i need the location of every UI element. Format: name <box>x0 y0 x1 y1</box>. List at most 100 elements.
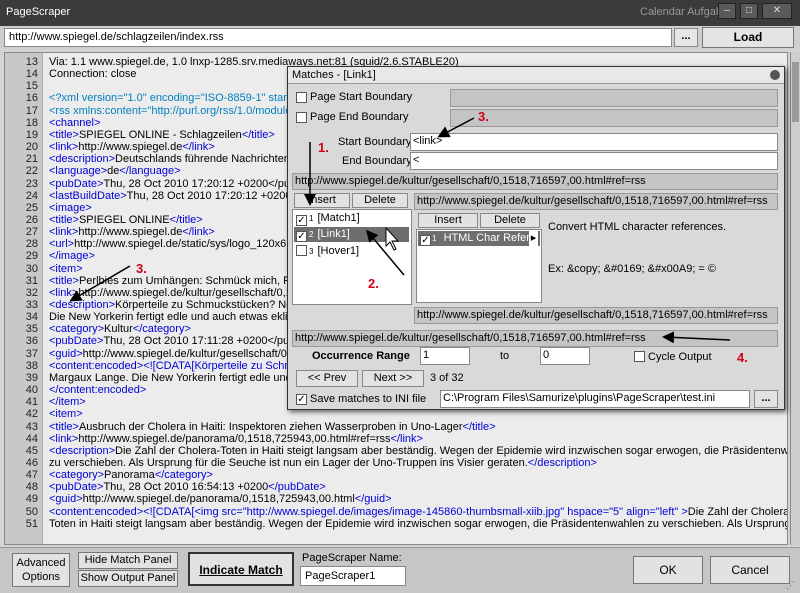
page-end-checkbox[interactable] <box>296 112 307 123</box>
line-number: 36 <box>25 335 38 348</box>
match-item-checkbox[interactable] <box>296 245 307 256</box>
line-number: 28 <box>25 238 38 251</box>
resize-grip-icon[interactable]: ⋰ <box>786 580 798 592</box>
line-number: 30 <box>25 262 38 275</box>
code-line: <link>http://www.spiegel.de</link> <box>49 226 215 239</box>
match-list-item[interactable]: ✓ 1 [Match1] <box>294 211 409 226</box>
filter-example: Ex: &copy; &#0169; &#x00A9; = © <box>548 263 717 275</box>
code-line: <channel> <box>49 116 101 129</box>
line-number: 43 <box>25 420 38 433</box>
load-button[interactable]: Load <box>702 27 794 48</box>
dialog-close-icon[interactable] <box>770 70 780 80</box>
code-line: <link>http://www.spiegel.de</link> <box>49 141 215 154</box>
code-line: <content:encoded><![CDATA[Körperteile zu… <box>49 359 311 372</box>
match-item-checkbox[interactable]: ✓ <box>296 215 307 226</box>
cycle-output-checkbox[interactable] <box>634 351 645 362</box>
match-list-item[interactable]: ✓ 2 [Link1] <box>294 227 409 242</box>
end-boundary-label: End Boundary <box>342 155 412 167</box>
code-line: <category>Kultur</category> <box>49 323 191 336</box>
cancel-button[interactable]: Cancel <box>710 556 790 584</box>
code-line: <title>Perlbies zum Umhängen: Schmück mi… <box>49 274 309 287</box>
code-line: <pubDate>Thu, 28 Oct 2010 17:11:28 +0200… <box>49 335 304 348</box>
code-line: <rss xmlns:content="http://purl.org/rss/… <box>49 104 297 117</box>
line-number: 40 <box>25 384 38 397</box>
match-insert-button[interactable]: Insert <box>294 193 350 208</box>
match-item-checkbox[interactable]: ✓ <box>296 231 307 242</box>
prev-button[interactable]: << Prev <box>296 370 358 387</box>
filter-item[interactable]: ✓ 1 HTML Char Refere ▸ <box>418 231 540 246</box>
code-line: <title>SPIEGEL ONLINE</title> <box>49 213 203 226</box>
code-line: <?xml version="1.0" encoding="ISO-8859-1… <box>49 92 302 105</box>
start-boundary-input[interactable]: <link> <box>410 133 778 151</box>
annotation-3-code: 3. <box>136 261 147 276</box>
dialog-title-bar: Matches - [Link1] <box>288 67 784 84</box>
line-number: 33 <box>25 299 38 311</box>
match-list-item[interactable]: 3 [Hover1] <box>294 243 409 258</box>
match-item-number: 2 <box>309 230 314 239</box>
filter-item-arrow-icon[interactable]: ▸ <box>529 231 538 246</box>
ok-button[interactable]: OK <box>633 556 703 584</box>
code-line: <link>http://www.spiegel.de/panorama/0,1… <box>49 432 423 445</box>
page-end-label: Page End Boundary <box>310 111 409 123</box>
line-number: 44 <box>25 432 38 445</box>
line-number: 20 <box>25 141 38 154</box>
code-line: </item> <box>49 396 86 409</box>
occurrence-to-input[interactable]: 0 <box>540 347 590 365</box>
filter-delete-button[interactable]: Delete <box>480 213 540 228</box>
ini-browse-button[interactable]: ... <box>754 390 778 408</box>
hide-match-panel-button[interactable]: Hide Match Panel <box>78 552 178 569</box>
page-start-field[interactable] <box>450 89 778 107</box>
code-line: </image> <box>49 250 95 263</box>
maximize-icon[interactable]: □ <box>740 3 758 19</box>
filter-item-checkbox[interactable]: ✓ <box>420 235 431 246</box>
line-number-gutter: 13 14 15 16 17 18 19 20 21 22 23 24 25 26 27 28 29 30 31 32… <box>5 53 43 544</box>
annotation-2: 2. <box>368 276 379 291</box>
annotation-1: 1. <box>318 140 329 155</box>
filter-output-field: http://www.spiegel.de/kultur/gesellschaf… <box>414 307 778 324</box>
inner-result-field: http://www.spiegel.de/kultur/gesellschaf… <box>414 193 778 210</box>
match-delete-button[interactable]: Delete <box>352 193 408 208</box>
page-start-checkbox[interactable] <box>296 92 307 103</box>
minimize-icon[interactable]: – <box>718 3 736 19</box>
background-window-title: Calendar Aufgabe <box>640 6 729 18</box>
code-line: <title>Ausbruch der Cholera in Haiti: In… <box>49 420 496 433</box>
ini-path-input[interactable]: C:\Program Files\Samurize\plugins\PageSc… <box>440 390 750 408</box>
line-number: 48 <box>25 481 38 494</box>
vertical-scrollbar[interactable] <box>790 52 800 545</box>
filter-list[interactable]: ✓ 1 HTML Char Refere ▸ <box>416 229 542 303</box>
scraper-name-input[interactable]: PageScraper1 <box>300 566 406 586</box>
end-boundary-input[interactable]: < <box>410 152 778 170</box>
line-number: 49 <box>25 493 38 506</box>
code-line: Connection: close <box>49 68 137 81</box>
code-line: <description>Körperteile zu Schmuckstück… <box>49 299 304 311</box>
next-button[interactable]: Next >> <box>362 370 424 387</box>
page-end-field[interactable] <box>450 109 778 127</box>
window-title: PageScraper <box>6 6 71 18</box>
code-line: <url>http://www.spiegel.de/static/sys/lo… <box>49 238 293 251</box>
line-number: 35 <box>25 323 38 336</box>
occurrence-to-label: to <box>500 350 510 362</box>
advanced-options-button[interactable]: Advanced Options <box>12 553 70 587</box>
occurrence-from-input[interactable]: 1 <box>420 347 470 365</box>
indicate-match-button[interactable]: Indicate Match <box>188 552 294 586</box>
line-number: 18 <box>25 116 38 129</box>
code-line: <item> <box>49 408 83 421</box>
match-item-label: [Link1] <box>317 228 350 240</box>
line-number: 13 <box>25 56 38 68</box>
title-bar: PageScraper Calendar Aufgabe – □ ✕ <box>0 0 800 26</box>
scrollbar-thumb[interactable] <box>792 62 799 122</box>
save-ini-checkbox[interactable]: ✓ <box>296 394 307 405</box>
line-number: 51 <box>25 517 38 530</box>
code-line: <category>Panorama</category> <box>49 469 213 482</box>
close-icon[interactable]: ✕ <box>762 3 792 19</box>
line-number: 26 <box>25 213 38 226</box>
url-input[interactable]: http://www.spiegel.de/schlagzeilen/index… <box>4 28 672 47</box>
filter-insert-button[interactable]: Insert <box>418 213 478 228</box>
show-output-panel-button[interactable]: Show Output Panel <box>78 570 178 587</box>
url-browse-button[interactable]: ... <box>674 28 698 47</box>
line-number: 19 <box>25 128 38 141</box>
line-number: 42 <box>25 408 38 421</box>
match-list[interactable]: ✓ 1 [Match1] ✓ 2 [Link1] 3 [Hover1] <box>292 209 412 305</box>
save-ini-label: Save matches to INI file <box>310 393 427 405</box>
match-item-number: 1 <box>309 214 314 223</box>
